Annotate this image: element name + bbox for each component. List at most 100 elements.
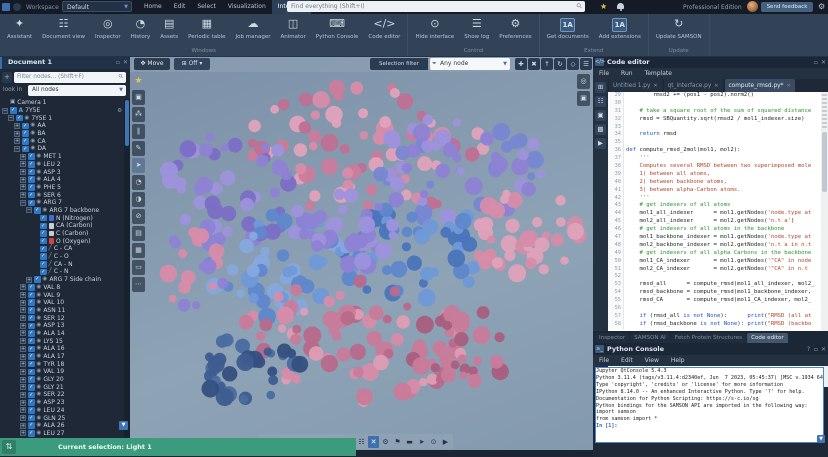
ribbon-item-assistant[interactable]: ✦Assistant (2, 14, 37, 46)
tree-row-c-o[interactable]: ✓╱C - O (0, 253, 124, 261)
screen-tool-icon[interactable]: ▭ (132, 260, 145, 275)
viewport-3d[interactable]: ✥ Move ⊞ Off ▾ Selection filter ⏷Any nod… (130, 56, 593, 450)
history-back-tool-icon[interactable]: ◔ (132, 175, 145, 190)
pin-icon[interactable]: ▫ (116, 56, 120, 69)
checkbox[interactable]: ✓ (34, 276, 41, 283)
checkbox[interactable]: ✓ (40, 223, 47, 230)
tree-row-ala-26[interactable]: +✓◉ALA 26 (0, 422, 124, 430)
menu-edit[interactable]: Edit (168, 0, 192, 14)
ribbon-item-update-samson[interactable]: ↻Update SAMSON (651, 14, 707, 46)
tree-row-c-carbon[interactable]: ✓C (Carbon) (0, 230, 124, 238)
ribbon-item-hide-interface[interactable]: ⊙Hide interface (410, 14, 459, 46)
tab-untitled-1-py[interactable]: Untitled 1.py✕ (609, 79, 662, 92)
ribbon-item-animator[interactable]: ◫Animator (275, 14, 310, 46)
tree-row-ala-4[interactable]: +✓◉ALA 4 (0, 176, 124, 184)
expand-toggle[interactable]: + (20, 377, 26, 383)
panel-tab-samson-ai[interactable]: SAMSON AI (630, 333, 670, 343)
panel-tab-inspector[interactable]: Inspector (595, 333, 629, 343)
favorites-star-icon[interactable]: ★ (600, 2, 607, 11)
tree-row-arg-7[interactable]: −✓◉ARG 7 (0, 199, 124, 207)
tree-row-tyr-18[interactable]: +✓◉TYR 18 (0, 360, 124, 368)
checkbox[interactable]: ✓ (28, 184, 35, 191)
expand-toggle[interactable]: + (20, 284, 26, 290)
tree-row-ser-6[interactable]: +✓◉SER 6 (0, 191, 124, 199)
expand-toggle[interactable]: + (20, 369, 26, 375)
expand-toggle[interactable]: + (20, 323, 26, 329)
checkbox[interactable]: ✓ (28, 307, 35, 314)
tree-scrollbar-thumb[interactable] (125, 100, 129, 146)
panel-tab-code-editor[interactable]: Code editor (747, 333, 788, 343)
checkbox[interactable]: ✓ (22, 123, 29, 130)
checkbox[interactable]: ✓ (28, 323, 35, 330)
reload-icon[interactable]: ↻ (554, 58, 566, 70)
tree-row-ca[interactable]: +✓◉CA (0, 137, 124, 145)
expand-toggle[interactable]: + (20, 384, 26, 390)
ribbon-item-preferences[interactable]: ⚙Preferences (494, 14, 536, 46)
cursor-icon[interactable]: ➤ (416, 436, 427, 448)
panel-tab-fetch-protein-structures[interactable]: Fetch Protein Structures (671, 333, 746, 343)
checkbox[interactable]: ✓ (28, 292, 35, 299)
run-script-icon[interactable]: ▶ (595, 138, 606, 149)
checkbox[interactable]: ✓ (28, 369, 35, 376)
close-tab-icon[interactable]: ✕ (653, 83, 657, 89)
ribbon-item-python-console[interactable]: ⌨Python Console (311, 14, 364, 46)
tree-row-ba[interactable]: +✓◉BA (0, 130, 124, 138)
tree-row-ser-12[interactable]: +✓◉SER 12 (0, 314, 124, 322)
flag-icon[interactable]: ⚑ (392, 436, 403, 448)
user-icon[interactable] (13, 3, 21, 11)
ribbon-item-document-view[interactable]: ☷Document view (37, 14, 90, 46)
node-settings-icon[interactable]: ⚙ (117, 108, 122, 114)
ribbon-item-inspector[interactable]: ◎Inspector (90, 14, 126, 46)
checkbox[interactable]: ✓ (28, 299, 35, 306)
close-icon[interactable]: ✕ (123, 56, 128, 69)
tree-row-ca-carbon[interactable]: ✓CA (Carbon) (0, 222, 124, 230)
checkbox[interactable]: ✓ (28, 422, 35, 429)
expand-toggle[interactable]: + (20, 177, 26, 183)
tree-row-gly-20[interactable]: +✓◉GLY 20 (0, 376, 124, 384)
bonds-tool-icon[interactable]: ∥ (132, 124, 145, 139)
tree-scrollbar[interactable] (124, 99, 130, 438)
console-scroll-down-icon[interactable]: ▼ (817, 435, 825, 443)
ribbon-item-show-log[interactable]: ☰Show log (459, 14, 494, 46)
checkbox[interactable]: ✓ (28, 430, 35, 437)
expand-toggle[interactable]: + (20, 338, 26, 344)
expand-toggle[interactable]: + (20, 430, 26, 436)
checkbox[interactable]: ✓ (40, 230, 47, 237)
open-file-icon[interactable]: ☷ (595, 96, 606, 107)
code-scrollbar-thumb[interactable] (822, 132, 827, 192)
ribbon-item-add-extensions[interactable]: 1AAdd extensions (594, 14, 646, 46)
expand-toggle[interactable]: + (20, 407, 26, 413)
tree-row-aa[interactable]: +✓◉AA (0, 122, 124, 130)
checkbox[interactable]: ✓ (28, 338, 35, 345)
tab-qt-interface-py[interactable]: qt_interface.py✕ (664, 79, 723, 92)
fullscreen-icon[interactable]: ✕ (368, 436, 379, 448)
checkbox[interactable]: ✓ (40, 238, 47, 245)
menu-home[interactable]: Home (138, 0, 168, 14)
checkbox[interactable]: ✓ (10, 107, 17, 114)
checkbox[interactable]: ✓ (28, 384, 35, 391)
tree-row-c-n[interactable]: ✓╱C - N (0, 268, 124, 276)
console-menu-file[interactable]: File (593, 355, 615, 366)
expand-toggle[interactable]: + (20, 400, 26, 406)
expand-toggle[interactable]: + (20, 361, 26, 367)
checkbox[interactable]: ✓ (28, 161, 35, 168)
checkbox[interactable]: ✓ (34, 207, 41, 214)
checkbox[interactable]: ✓ (28, 192, 35, 199)
ribbon-item-history[interactable]: ◔History (126, 14, 156, 46)
tree-row-leu-2[interactable]: +✓◉LEU 2 (0, 161, 124, 169)
expand-toggle[interactable]: + (20, 315, 26, 321)
look-in-dropdown[interactable]: All nodes▼ (28, 85, 126, 96)
tree-row-camera-1[interactable]: ▣Camera 1 (0, 99, 124, 107)
send-feedback-button[interactable]: Send feedback (761, 2, 813, 12)
more-tools-icon[interactable]: ⋯ (132, 277, 145, 292)
code-editor-menu-file[interactable]: File (593, 68, 615, 79)
tree-row-gly-21[interactable]: +✓◉GLY 21 (0, 383, 124, 391)
checkbox[interactable]: ✓ (28, 153, 35, 160)
expand-toggle[interactable]: − (20, 200, 26, 206)
expand-toggle[interactable]: + (20, 354, 26, 360)
tree-row-c-ca[interactable]: ✓╱C - CA (0, 245, 124, 253)
console-menu-edit[interactable]: Edit (615, 355, 639, 366)
save-icon[interactable]: ▣ (595, 110, 606, 121)
checkbox[interactable]: ✓ (22, 130, 29, 137)
checkbox[interactable]: ✓ (40, 253, 47, 260)
